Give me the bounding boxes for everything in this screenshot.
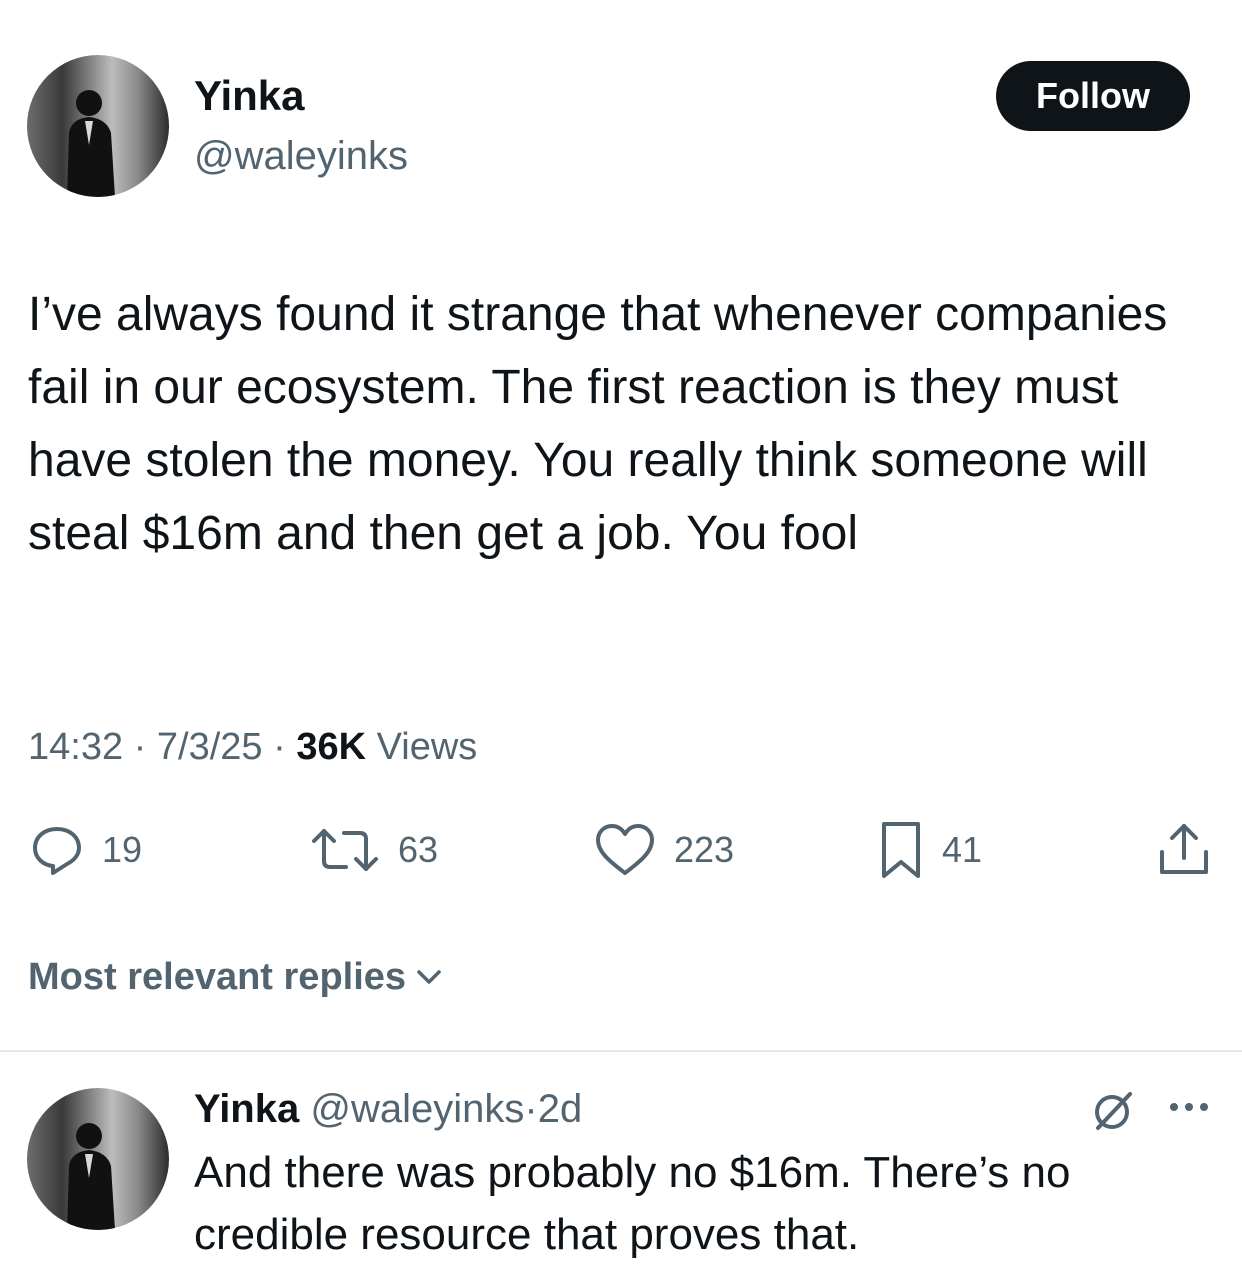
tweet-date[interactable]: 7/3/25 <box>157 726 263 768</box>
author-handle[interactable]: @waleyinks <box>194 130 408 182</box>
bookmark-count: 41 <box>942 829 983 870</box>
views-count: 36K <box>296 726 367 768</box>
replies-sort-label: Most relevant replies <box>28 956 407 998</box>
repost-action[interactable]: 63 <box>308 818 438 882</box>
replies-sort-dropdown[interactable]: Most relevant replies <box>28 950 444 1004</box>
reply-age[interactable]: 2d <box>538 1087 583 1131</box>
author-avatar[interactable] <box>27 55 169 197</box>
reply-count: 19 <box>102 829 143 870</box>
reply-text: And there was probably no $16m. There’s … <box>194 1148 1071 1259</box>
reply-icon <box>33 827 81 875</box>
author-name[interactable]: Yinka <box>194 70 305 122</box>
person-silhouette-icon <box>67 90 115 197</box>
reply-author-name[interactable]: Yinka <box>194 1087 299 1131</box>
chevron-down-icon <box>417 970 441 984</box>
bookmark-icon <box>882 822 920 878</box>
reply-author-avatar[interactable] <box>27 1088 169 1230</box>
views-label: Views <box>376 726 478 768</box>
heart-icon <box>596 824 654 875</box>
meta-separator: · <box>273 726 286 768</box>
repost-count: 63 <box>398 829 439 870</box>
like-action[interactable]: 223 <box>592 818 734 882</box>
reply-header: Yinka @waleyinks·2d <box>194 1082 582 1136</box>
reply-action[interactable]: 19 <box>28 818 142 882</box>
like-count: 223 <box>674 829 735 870</box>
more-options-icon[interactable] <box>1166 1092 1212 1122</box>
bookmark-action[interactable]: 41 <box>876 818 982 882</box>
divider <box>0 1050 1242 1052</box>
reply-separator: · <box>524 1087 538 1131</box>
tweet-time[interactable]: 14:32 <box>28 726 123 768</box>
person-silhouette-icon <box>67 1123 115 1230</box>
tweet-text: I’ve always found it strange that whenev… <box>28 288 1168 560</box>
grok-icon[interactable] <box>1090 1088 1136 1134</box>
share-action[interactable] <box>1154 818 1214 882</box>
follow-button[interactable]: Follow <box>996 61 1190 131</box>
share-icon <box>1160 824 1208 874</box>
reply-author-handle[interactable]: @waleyinks <box>310 1087 524 1131</box>
tweet-meta: 14:32 · 7/3/25 · 36K Views <box>28 720 477 774</box>
repost-icon <box>312 829 378 871</box>
meta-separator: · <box>133 726 147 768</box>
